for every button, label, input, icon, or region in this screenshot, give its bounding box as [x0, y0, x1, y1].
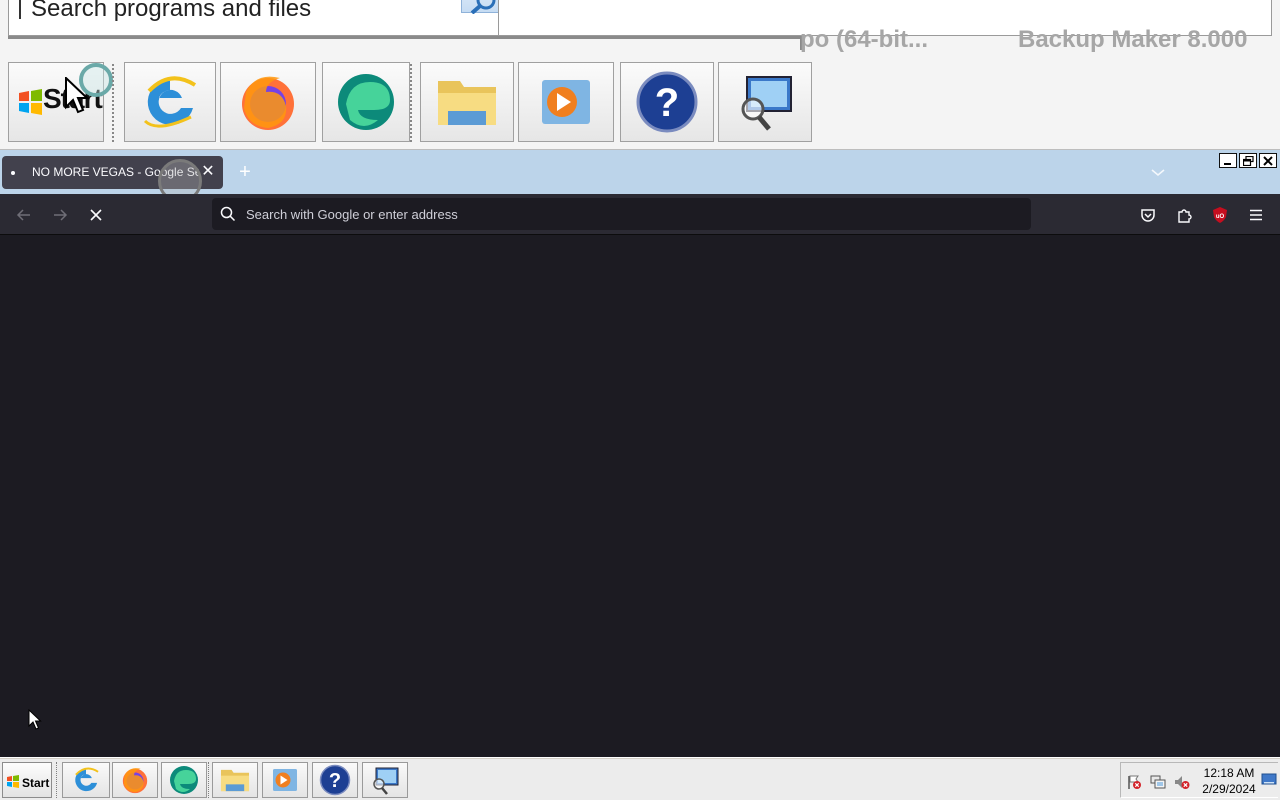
help-icon: ? — [636, 71, 698, 133]
start-label: Start — [22, 776, 50, 790]
internet-explorer-icon — [75, 767, 99, 792]
stop-loading-button[interactable] — [83, 202, 109, 228]
ublock-origin-button[interactable]: uO — [1207, 202, 1233, 228]
tab-loading-icon — [11, 171, 15, 175]
taskbar-separator — [56, 762, 59, 798]
new-tab-button[interactable]: + — [233, 160, 257, 184]
firefox-navigation-toolbar: uO — [0, 194, 1280, 235]
close-icon — [1263, 155, 1273, 166]
address-input[interactable] — [246, 198, 1006, 230]
edge-icon — [170, 766, 198, 794]
windows-logo-icon — [7, 775, 19, 788]
window-minimize-button[interactable] — [1219, 153, 1237, 168]
firefox-icon — [242, 76, 294, 130]
clock-time[interactable]: 12:18 AM — [1199, 766, 1259, 780]
arrow-left-icon — [16, 209, 30, 221]
magnified-media-player-button[interactable] — [518, 62, 614, 142]
taskbar-separator — [112, 64, 118, 142]
program-label: Backup Maker 8.000 — [1018, 26, 1248, 53]
media-player-icon — [542, 80, 590, 124]
magnified-edge-button[interactable] — [322, 62, 410, 142]
start-button[interactable]: Start — [2, 762, 52, 798]
magnified-firefox-button[interactable] — [220, 62, 316, 142]
firefox-icon — [122, 768, 148, 794]
taskbar-separator — [410, 64, 416, 142]
program-label: po (64-bit... — [800, 26, 928, 53]
notification-area: 12:18 AM 2/29/2024 — [1120, 762, 1278, 798]
action-center-flag-icon[interactable] — [1126, 774, 1142, 790]
search-icon — [220, 206, 236, 222]
edge-icon — [338, 74, 394, 130]
stop-icon — [90, 209, 102, 221]
media-player-icon — [273, 769, 297, 791]
start-menu-search-placeholder: Search programs and files — [31, 0, 312, 22]
file-explorer-icon — [220, 769, 250, 792]
volume-muted-icon[interactable] — [1174, 774, 1190, 790]
taskbar-ie-button[interactable] — [62, 762, 110, 798]
screen: Search programs and files po (64-bit... … — [0, 0, 1280, 800]
magnified-start-button[interactable]: Start — [8, 62, 113, 142]
page-content-area[interactable] — [0, 235, 1280, 757]
magnifier-lens-icon — [79, 63, 113, 97]
taskbar-edge-button[interactable] — [161, 762, 207, 798]
extensions-button[interactable] — [1171, 202, 1197, 228]
window-close-button[interactable] — [1259, 153, 1277, 168]
address-bar[interactable] — [212, 198, 1031, 230]
taskbar-help-button[interactable]: ? — [312, 762, 358, 798]
list-all-tabs-button[interactable] — [1148, 162, 1168, 182]
taskbar-media-player-button[interactable] — [262, 762, 308, 798]
forward-button[interactable] — [47, 202, 73, 228]
magnified-ie-button[interactable] — [124, 62, 216, 142]
help-icon: ? — [319, 764, 351, 796]
start-menu-search-box[interactable]: Search programs and files — [8, 0, 503, 36]
ublock-badge-text: uO — [1216, 214, 1225, 220]
chevron-down-icon — [1151, 169, 1165, 177]
svg-text:?: ? — [655, 81, 679, 125]
magnified-explorer-button[interactable] — [420, 62, 514, 142]
svg-text:?: ? — [329, 770, 341, 792]
taskbar-network-search-button[interactable] — [362, 762, 408, 798]
pocket-button[interactable] — [1135, 202, 1161, 228]
taskbar-separator — [208, 762, 211, 798]
restore-icon — [1242, 155, 1254, 166]
ublock-origin-icon: uO — [1213, 207, 1227, 223]
file-explorer-icon — [438, 81, 496, 125]
window-restore-button[interactable] — [1239, 153, 1257, 168]
mouse-pointer-icon — [28, 709, 42, 730]
hamburger-menu-icon — [1250, 209, 1262, 221]
taskbar-firefox-button[interactable] — [112, 762, 158, 798]
taskbar-explorer-button[interactable] — [212, 762, 258, 798]
network-search-icon — [373, 767, 399, 795]
network-icon[interactable] — [1150, 774, 1166, 790]
network-search-icon — [741, 76, 792, 131]
arrow-right-icon — [54, 209, 68, 221]
internet-explorer-icon — [143, 76, 197, 128]
pocket-icon — [1141, 209, 1155, 222]
magnified-taskbar: Start — [0, 58, 1280, 146]
show-desktop-icon[interactable] — [1261, 771, 1277, 787]
application-menu-button[interactable] — [1243, 202, 1269, 228]
clock-date[interactable]: 2/29/2024 — [1199, 782, 1259, 796]
magnified-network-search-button[interactable] — [718, 62, 812, 142]
puzzle-piece-icon — [1178, 209, 1192, 223]
magnified-help-button[interactable]: ? — [620, 62, 714, 142]
minimize-icon — [1224, 162, 1231, 165]
magnifier-view: Search programs and files po (64-bit... … — [0, 0, 1280, 150]
back-button[interactable] — [11, 202, 37, 228]
search-icon[interactable] — [461, 0, 503, 15]
start-menu-divider — [8, 36, 803, 50]
text-caret — [19, 0, 21, 19]
taskbar: Start ? 12:18 AM 2/29/2024 — [0, 757, 1280, 800]
windows-logo-icon — [19, 89, 42, 115]
